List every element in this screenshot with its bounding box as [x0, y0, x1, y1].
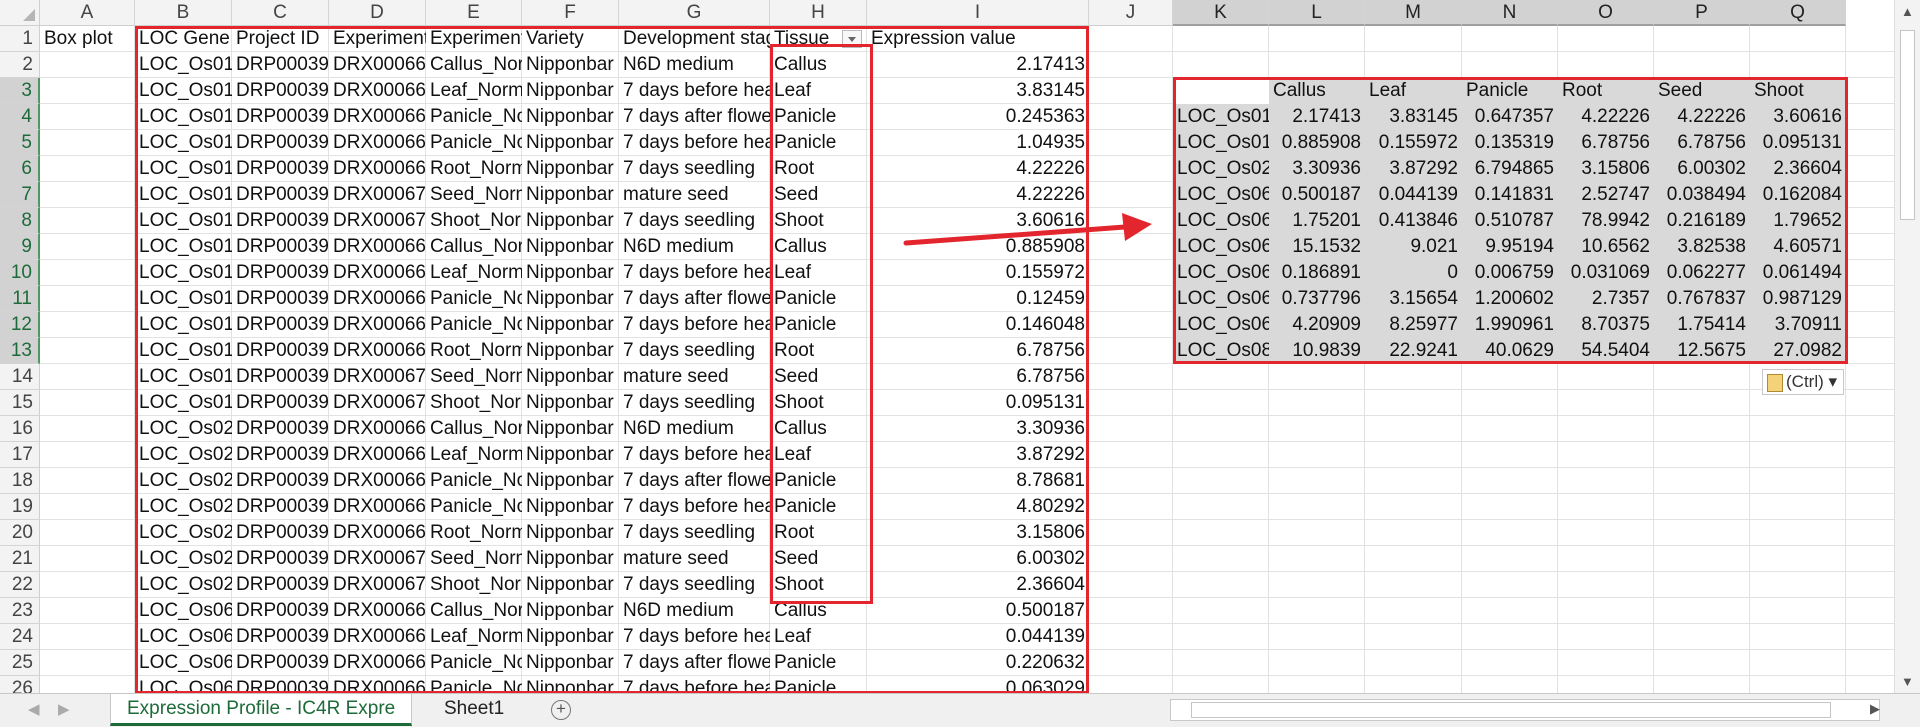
row-header[interactable]: 14	[0, 364, 40, 390]
row-header[interactable]: 10	[0, 260, 40, 286]
row-header[interactable]: 23	[0, 598, 40, 624]
row-header[interactable]: 8	[0, 208, 40, 234]
prev-sheet-icon[interactable]: ◀	[28, 700, 40, 718]
horizontal-scroll-thumb[interactable]	[1191, 702, 1831, 718]
paste-options-button[interactable]: (Ctrl) ▾	[1762, 369, 1844, 395]
column-header[interactable]: G	[619, 0, 770, 26]
next-sheet-icon[interactable]: ▶	[58, 700, 70, 718]
column-header[interactable]: M	[1365, 0, 1462, 26]
sheet-tab-expression-profile[interactable]: Expression Profile - IC4R Expre	[110, 694, 413, 726]
row-header[interactable]: 4	[0, 104, 40, 130]
vertical-scrollbar[interactable]: ▲ ▼	[1894, 0, 1920, 693]
pivot-table-highlight	[1173, 77, 1848, 364]
tissue-column-highlight	[770, 44, 873, 604]
column-header[interactable]: P	[1654, 0, 1750, 26]
row-header[interactable]: 3	[0, 78, 40, 104]
box-plot-label[interactable]: Box plot	[40, 26, 135, 52]
scroll-right-icon[interactable]: ▶	[1870, 701, 1880, 717]
add-sheet-icon[interactable]: +	[551, 700, 571, 720]
paste-options-label: (Ctrl)	[1786, 372, 1824, 391]
column-header[interactable]: O	[1558, 0, 1654, 26]
sheet-tab-sheet1[interactable]: Sheet1	[428, 694, 520, 726]
row-header[interactable]: 2	[0, 52, 40, 78]
row-header[interactable]: 18	[0, 468, 40, 494]
column-header[interactable]: C	[232, 0, 329, 26]
row-header[interactable]: 15	[0, 390, 40, 416]
arrow-annotation	[903, 213, 1152, 246]
row-header[interactable]: 24	[0, 624, 40, 650]
row-header[interactable]: 12	[0, 312, 40, 338]
row-header[interactable]: 11	[0, 286, 40, 312]
select-all-corner[interactable]	[0, 0, 40, 26]
row-header[interactable]: 13	[0, 338, 40, 364]
column-header[interactable]: J	[1089, 0, 1173, 26]
row-header[interactable]: 9	[0, 234, 40, 260]
column-header[interactable]: E	[426, 0, 522, 26]
column-header[interactable]: Q	[1750, 0, 1846, 26]
sheet-tab-bar: ◀ ▶ Expression Profile - IC4R Expre Shee…	[0, 693, 1920, 727]
column-header[interactable]: H	[770, 0, 867, 26]
row-header[interactable]: 22	[0, 572, 40, 598]
column-header[interactable]: N	[1462, 0, 1558, 26]
row-header[interactable]: 26	[0, 676, 40, 693]
scroll-up-icon[interactable]: ▲	[1901, 4, 1914, 19]
clipboard-icon	[1767, 373, 1783, 392]
arrow-head	[1122, 213, 1152, 241]
column-header[interactable]: I	[867, 0, 1089, 26]
source-table-highlight	[135, 26, 1089, 693]
scroll-down-icon[interactable]: ▼	[1901, 674, 1914, 689]
row-header[interactable]: 17	[0, 442, 40, 468]
row-header[interactable]: 6	[0, 156, 40, 182]
arrow-line	[903, 224, 1128, 246]
row-header[interactable]: 16	[0, 416, 40, 442]
row-header[interactable]: 7	[0, 182, 40, 208]
column-header[interactable]: B	[135, 0, 232, 26]
column-header[interactable]: F	[522, 0, 619, 26]
horizontal-scrollbar[interactable]	[1170, 699, 1880, 721]
column-header[interactable]: L	[1269, 0, 1365, 26]
row-header[interactable]: 1	[0, 26, 40, 52]
vertical-scroll-thumb[interactable]	[1900, 30, 1915, 220]
row-header[interactable]: 19	[0, 494, 40, 520]
column-header[interactable]: K	[1173, 0, 1269, 26]
row-header[interactable]: 25	[0, 650, 40, 676]
row-header[interactable]: 5	[0, 130, 40, 156]
column-header[interactable]: D	[329, 0, 426, 26]
column-header[interactable]: A	[40, 0, 135, 26]
row-header[interactable]: 21	[0, 546, 40, 572]
spreadsheet-grid[interactable]: ABCDEFGHIJKLMNOPQ 1 2 3 4 5 6 7 8 9 10 11 12 13 14 15 1…	[0, 0, 1920, 693]
row-header[interactable]: 20	[0, 520, 40, 546]
